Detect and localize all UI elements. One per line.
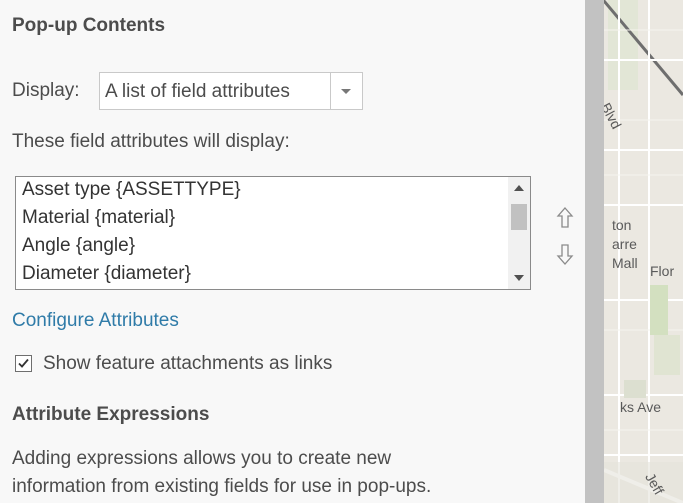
field-attributes-list[interactable]: Asset type {ASSETTYPE} Material {materia… bbox=[15, 176, 531, 290]
panel-divider[interactable] bbox=[585, 0, 604, 503]
expressions-description-line2: information from existing fields for use… bbox=[12, 476, 432, 497]
map-label-mall: Mall bbox=[612, 255, 638, 271]
list-item[interactable]: Material {material} bbox=[22, 207, 175, 229]
list-item[interactable]: Diameter {diameter} bbox=[22, 263, 191, 285]
map-label-arre: arre bbox=[612, 236, 637, 252]
display-select[interactable]: A list of field attributes bbox=[99, 72, 363, 110]
chevron-down-icon[interactable] bbox=[330, 73, 362, 109]
attachments-checkbox[interactable] bbox=[15, 355, 32, 372]
display-label: Display: bbox=[12, 80, 80, 101]
map-label-ks-ave: ks Ave bbox=[620, 399, 661, 415]
fields-label: These field attributes will display: bbox=[12, 131, 290, 152]
attachments-label: Show feature attachments as links bbox=[43, 353, 333, 374]
expressions-description-line1: Adding expressions allows you to create … bbox=[12, 448, 392, 469]
scroll-up-icon[interactable] bbox=[508, 177, 530, 197]
popup-config-panel: Pop-up Contents Display: A list of field… bbox=[0, 0, 585, 503]
checkmark-icon bbox=[18, 358, 29, 368]
scroll-down-icon[interactable] bbox=[508, 269, 530, 289]
list-scrollbar[interactable] bbox=[508, 177, 530, 289]
scrollbar-thumb[interactable] bbox=[511, 204, 527, 230]
configure-attributes-link[interactable]: Configure Attributes bbox=[12, 310, 179, 332]
map-label-flor: Flor bbox=[650, 263, 675, 279]
list-item[interactable]: Asset type {ASSETTYPE} bbox=[22, 179, 241, 201]
arrow-up-icon[interactable] bbox=[555, 206, 575, 230]
arrow-down-icon[interactable] bbox=[555, 243, 575, 267]
attribute-expressions-heading: Attribute Expressions bbox=[12, 404, 210, 425]
map-view[interactable]: Blvd ton arre Mall Flor ks Ave Jeff bbox=[604, 0, 683, 503]
list-item[interactable]: Angle {angle} bbox=[22, 235, 135, 257]
map-label-ton: ton bbox=[612, 217, 632, 233]
display-select-value: A list of field attributes bbox=[105, 81, 290, 102]
popup-contents-heading: Pop-up Contents bbox=[12, 15, 166, 36]
